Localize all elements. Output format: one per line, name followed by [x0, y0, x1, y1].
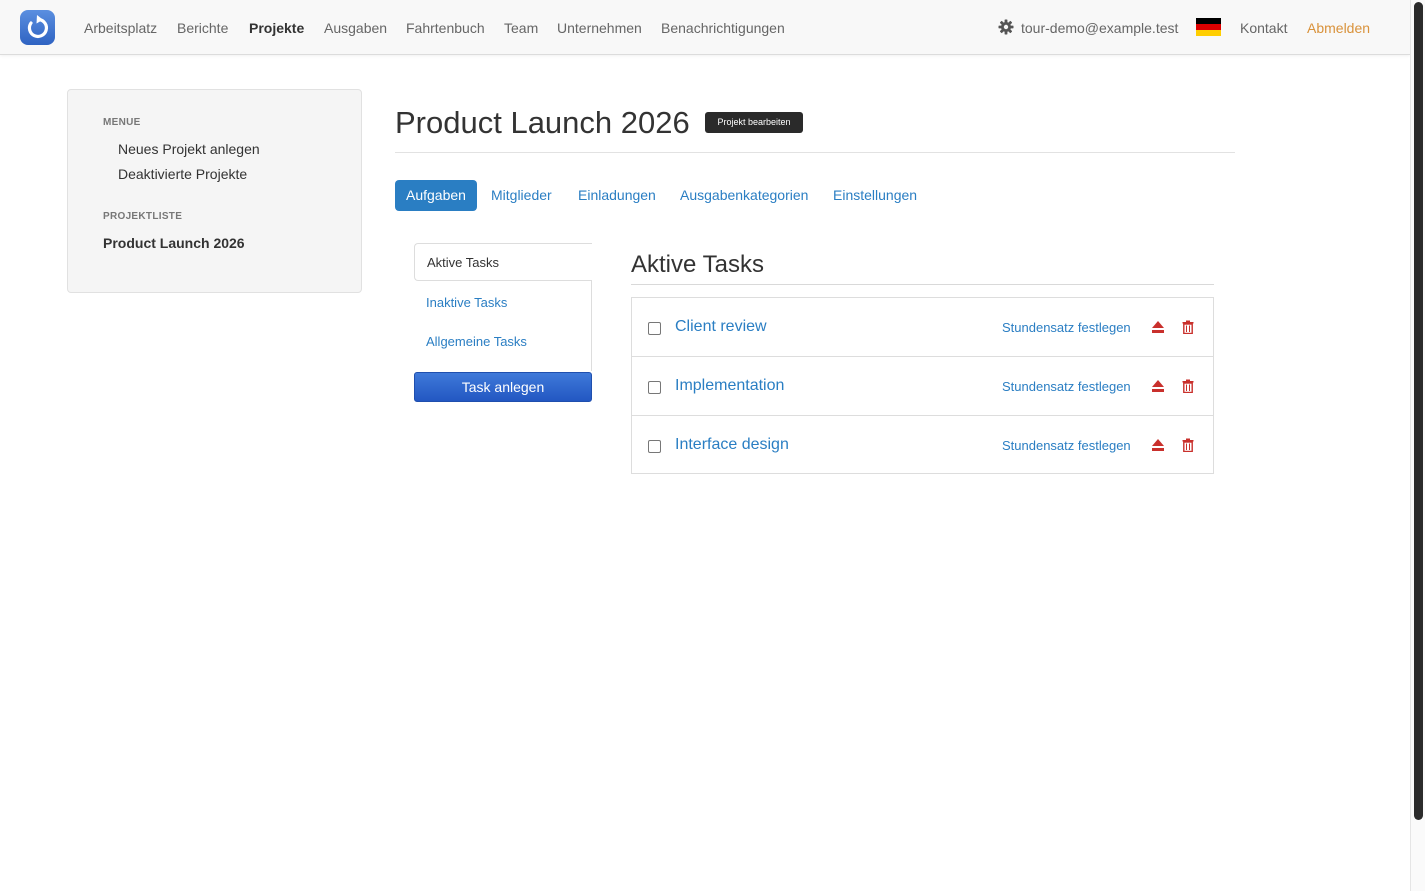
eject-archive-icon[interactable]: [1151, 438, 1165, 452]
set-hourly-rate-link[interactable]: Stundensatz festlegen: [1002, 438, 1131, 453]
task-filter-general[interactable]: Allgemeine Tasks: [426, 334, 527, 349]
app-logo-icon[interactable]: [20, 10, 55, 45]
nav-projekte[interactable]: Projekte: [249, 20, 304, 36]
nav-fahrtenbuch[interactable]: Fahrtenbuch: [406, 20, 485, 36]
task-filter-inactive[interactable]: Inaktive Tasks: [426, 295, 507, 310]
trash-icon[interactable]: [1182, 320, 1194, 334]
eject-archive-icon[interactable]: [1151, 320, 1165, 334]
nav-berichte[interactable]: Berichte: [177, 20, 228, 36]
trash-icon[interactable]: [1182, 379, 1194, 393]
new-project-link[interactable]: Neues Projekt anlegen: [118, 141, 260, 157]
task-table: Client review Stundensatz festlegen Impl…: [631, 297, 1214, 474]
create-task-button[interactable]: Task anlegen: [414, 372, 592, 402]
de-flag-icon[interactable]: [1196, 18, 1221, 36]
task-name-link[interactable]: Interface design: [675, 436, 789, 454]
task-filter-divider: [591, 281, 592, 371]
nav-arbeitsplatz[interactable]: Arbeitsplatz: [84, 20, 157, 36]
set-hourly-rate-link[interactable]: Stundensatz festlegen: [1002, 320, 1131, 335]
set-hourly-rate-link[interactable]: Stundensatz festlegen: [1002, 379, 1131, 394]
task-checkbox[interactable]: [648, 440, 661, 453]
trash-icon[interactable]: [1182, 438, 1194, 452]
task-name-link[interactable]: Implementation: [675, 377, 784, 395]
deactivated-projects-link[interactable]: Deaktivierte Projekte: [118, 166, 247, 182]
gear-icon[interactable]: [998, 19, 1014, 35]
sidebar: MENUE Neues Projekt anlegen Deaktivierte…: [67, 89, 362, 293]
task-checkbox[interactable]: [648, 381, 661, 394]
edit-project-button[interactable]: Projekt bearbeiten: [705, 112, 803, 133]
nav-ausgaben[interactable]: Ausgaben: [324, 20, 387, 36]
section-title: Aktive Tasks: [631, 251, 764, 278]
nav-team[interactable]: Team: [504, 20, 538, 36]
eject-archive-icon[interactable]: [1151, 379, 1165, 393]
task-filter-active[interactable]: Aktive Tasks: [414, 243, 592, 281]
scrollbar-thumb[interactable]: [1414, 2, 1423, 820]
task-row: Client review Stundensatz festlegen: [632, 298, 1213, 357]
title-divider: [395, 152, 1235, 153]
project-list-header: PROJEKTLISTE: [103, 211, 183, 222]
page-title: Product Launch 2026: [395, 105, 690, 140]
tab-einladungen[interactable]: Einladungen: [567, 180, 667, 211]
project-list-item[interactable]: Product Launch 2026: [103, 235, 245, 251]
contact-link[interactable]: Kontakt: [1240, 20, 1287, 36]
task-name-link[interactable]: Client review: [675, 318, 767, 336]
nav-unternehmen[interactable]: Unternehmen: [557, 20, 642, 36]
task-row: Implementation Stundensatz festlegen: [632, 356, 1213, 415]
task-row: Interface design Stundensatz festlegen: [632, 415, 1213, 474]
vertical-scrollbar[interactable]: [1410, 0, 1425, 891]
task-checkbox[interactable]: [648, 322, 661, 335]
user-email[interactable]: tour-demo@example.test: [1021, 20, 1178, 36]
nav-benachrichtigungen[interactable]: Benachrichtigungen: [661, 20, 785, 36]
logout-link[interactable]: Abmelden: [1307, 20, 1370, 36]
tab-ausgabenkategorien[interactable]: Ausgabenkategorien: [669, 180, 819, 211]
tab-aufgaben[interactable]: Aufgaben: [395, 180, 477, 211]
tab-mitglieder[interactable]: Mitglieder: [480, 180, 563, 211]
tab-einstellungen[interactable]: Einstellungen: [822, 180, 928, 211]
menu-header: MENUE: [103, 117, 141, 128]
top-navbar: Arbeitsplatz Berichte Projekte Ausgaben …: [0, 0, 1410, 55]
section-divider: [631, 284, 1214, 285]
